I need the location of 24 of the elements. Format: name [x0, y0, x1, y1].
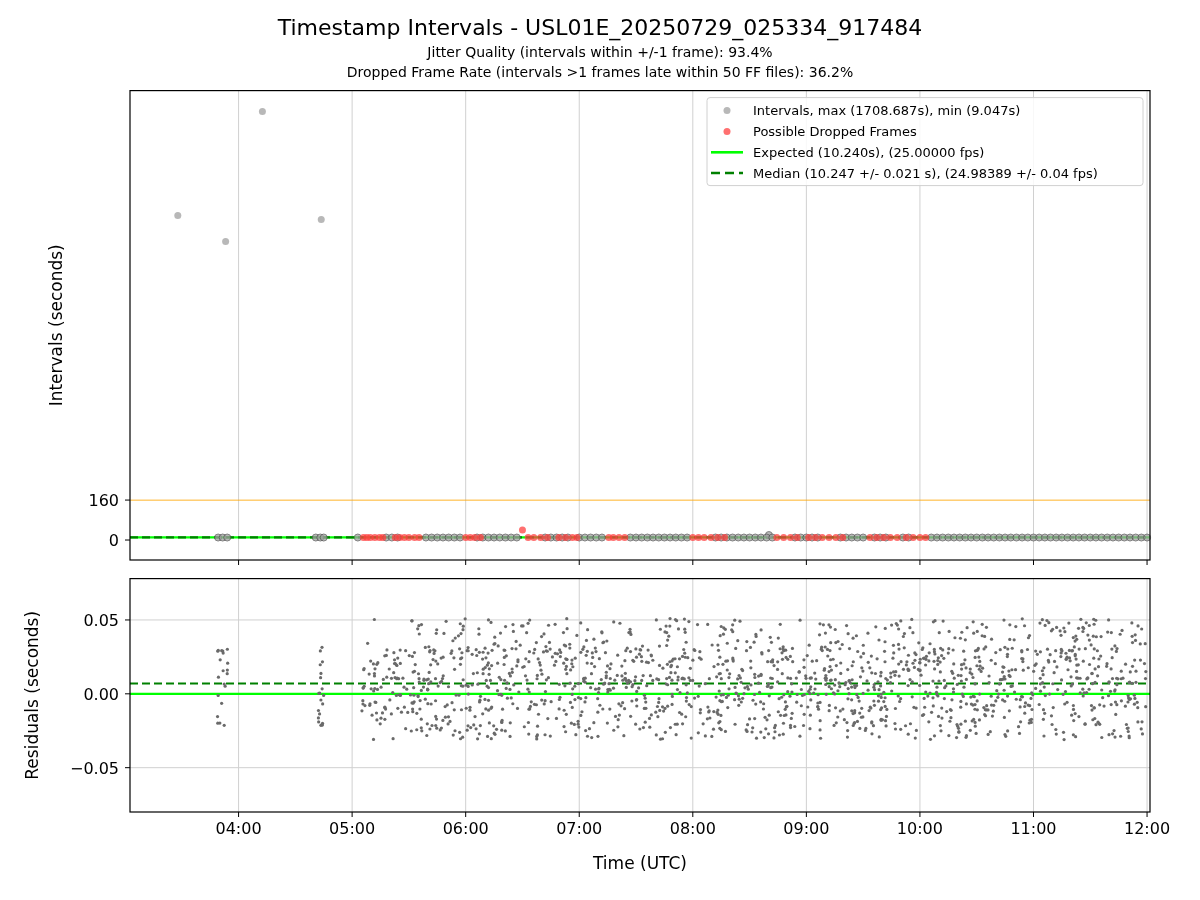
- legend-label: Intervals, max (1708.687s), min (9.047s): [753, 103, 1021, 119]
- x-tick-label: 06:00: [442, 819, 489, 838]
- y-tick-label: 0: [108, 531, 119, 551]
- chart-subtitle: Jitter Quality (intervals within +/-1 frame): 93.4%: [427, 43, 773, 62]
- x-tick-label: 09:00: [783, 819, 830, 838]
- legend-label: Expected (10.240s), (25.00000 fps): [753, 144, 985, 160]
- x-tick-label: 10:00: [896, 819, 943, 838]
- x-tick-label: 08:00: [669, 819, 716, 838]
- chart-subtitle: Dropped Frame Rate (intervals >1 frames late within 50 FF files): 36.2%: [346, 63, 854, 82]
- x-axis-label: Time (UTC): [593, 853, 687, 873]
- y-tick-label: −0.05: [69, 758, 119, 778]
- legend-label: Median (10.247 +/- 0.021 s), (24.98389 +/- 0.04 fps): [753, 165, 1098, 181]
- x-tick-label: 12:00: [1124, 819, 1171, 838]
- x-tick-label: 05:00: [329, 819, 376, 838]
- y-tick-label: 0.05: [83, 610, 119, 630]
- chart-title: Timestamp Intervals - USL01E_20250729_025334_917484: [277, 14, 923, 42]
- y-tick-label: 160: [88, 491, 119, 511]
- legend-label: Possible Dropped Frames: [753, 123, 917, 139]
- y-axis-label: Intervals (seconds): [46, 244, 66, 407]
- y-axis-label: Residuals (seconds): [22, 610, 42, 780]
- y-tick-label: 0.00: [83, 684, 119, 704]
- x-tick-label: 11:00: [1010, 819, 1057, 838]
- x-tick-label: 04:00: [215, 819, 262, 838]
- x-tick-label: 07:00: [556, 819, 603, 838]
